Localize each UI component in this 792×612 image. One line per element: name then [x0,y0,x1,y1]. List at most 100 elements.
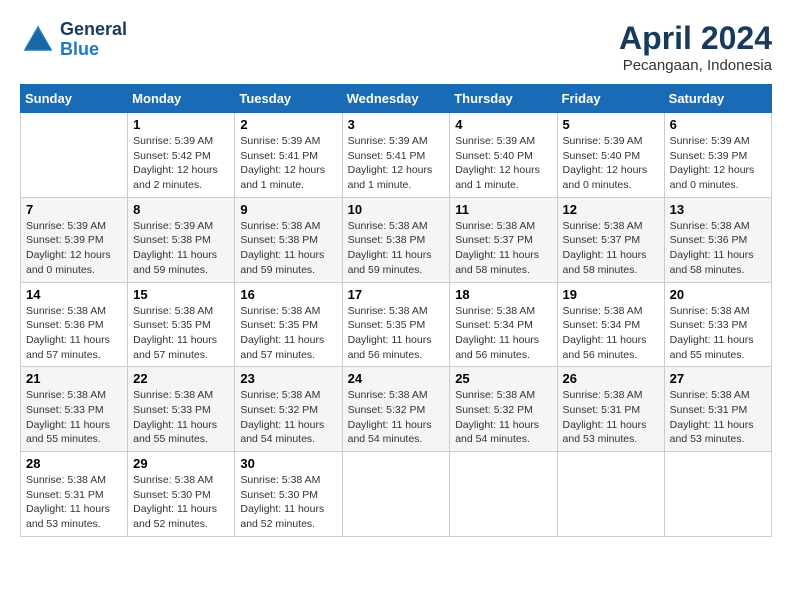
calendar-cell [342,452,450,537]
calendar-cell: 10 Sunrise: 5:38 AM Sunset: 5:38 PM Dayli… [342,197,450,282]
calendar-table: SundayMondayTuesdayWednesdayThursdayFrid… [20,84,772,537]
day-number: 10 [348,202,445,217]
calendar-cell: 13Sunrise: 5:38 AM Sunset: 5:36 PM Dayli… [664,197,771,282]
day-info: Sunrise: 5:38 AM Sunset: 5:31 PM Dayligh… [26,473,122,532]
day-number: 20 [670,287,766,302]
day-info: Sunrise: 5:38 AM Sunset: 5:31 PM Dayligh… [670,388,766,447]
calendar-cell: 7 Sunrise: 5:39 AM Sunset: 5:39 PM Daylig… [21,197,128,282]
day-info: Sunrise: 5:39 AM Sunset: 5:42 PM Dayligh… [133,134,229,193]
day-info: Sunrise: 5:39 AM Sunset: 5:41 PM Dayligh… [348,134,445,193]
calendar-cell: 20Sunrise: 5:38 AM Sunset: 5:33 PM Dayli… [664,282,771,367]
calendar-cell: 1 Sunrise: 5:39 AM Sunset: 5:42 PM Daylig… [128,113,235,198]
calendar-week-row: 1 Sunrise: 5:39 AM Sunset: 5:42 PM Daylig… [21,113,772,198]
calendar-cell: 17 Sunrise: 5:38 AM Sunset: 5:35 PM Dayli… [342,282,450,367]
calendar-cell: 26 Sunrise: 5:38 AM Sunset: 5:31 PM Dayli… [557,367,664,452]
day-number: 2 [240,117,336,132]
calendar-cell [21,113,128,198]
day-info: Sunrise: 5:38 AM Sunset: 5:32 PM Dayligh… [240,388,336,447]
calendar-cell: 15Sunrise: 5:38 AM Sunset: 5:35 PM Dayli… [128,282,235,367]
day-info: Sunrise: 5:38 AM Sunset: 5:36 PM Dayligh… [26,304,122,363]
calendar-week-row: 28 Sunrise: 5:38 AM Sunset: 5:31 PM Dayli… [21,452,772,537]
day-info: Sunrise: 5:38 AM Sunset: 5:33 PM Dayligh… [133,388,229,447]
day-info: Sunrise: 5:38 AM Sunset: 5:31 PM Dayligh… [563,388,659,447]
calendar-cell: 12 Sunrise: 5:38 AM Sunset: 5:37 PM Dayli… [557,197,664,282]
day-number: 11 [455,202,551,217]
day-info: Sunrise: 5:38 AM Sunset: 5:35 PM Dayligh… [348,304,445,363]
logo-icon [20,22,56,58]
day-number: 13 [670,202,766,217]
weekday-header-tuesday: Tuesday [235,85,342,113]
day-info: Sunrise: 5:39 AM Sunset: 5:41 PM Dayligh… [240,134,336,193]
day-number: 23 [240,371,336,386]
day-info: Sunrise: 5:38 AM Sunset: 5:32 PM Dayligh… [348,388,445,447]
day-number: 26 [563,371,659,386]
page-header: General Blue April 2024 Pecangaan, Indon… [20,20,772,74]
calendar-cell: 8Sunrise: 5:39 AM Sunset: 5:38 PM Daylig… [128,197,235,282]
weekday-header-friday: Friday [557,85,664,113]
calendar-cell: 19Sunrise: 5:38 AM Sunset: 5:34 PM Dayli… [557,282,664,367]
calendar-cell: 22 Sunrise: 5:38 AM Sunset: 5:33 PM Dayli… [128,367,235,452]
title-block: April 2024 Pecangaan, Indonesia [619,20,772,74]
weekday-header-monday: Monday [128,85,235,113]
day-number: 7 [26,202,122,217]
day-number: 1 [133,117,229,132]
day-info: Sunrise: 5:39 AM Sunset: 5:39 PM Dayligh… [26,219,122,278]
day-number: 25 [455,371,551,386]
day-info: Sunrise: 5:38 AM Sunset: 5:35 PM Dayligh… [133,304,229,363]
day-number: 6 [670,117,766,132]
day-info: Sunrise: 5:38 AM Sunset: 5:37 PM Dayligh… [563,219,659,278]
day-info: Sunrise: 5:38 AM Sunset: 5:34 PM Dayligh… [455,304,551,363]
day-info: Sunrise: 5:38 AM Sunset: 5:32 PM Dayligh… [455,388,551,447]
day-info: Sunrise: 5:38 AM Sunset: 5:34 PM Dayligh… [563,304,659,363]
month-year-title: April 2024 [619,20,772,57]
day-number: 18 [455,287,551,302]
calendar-cell: 27 Sunrise: 5:38 AM Sunset: 5:31 PM Dayli… [664,367,771,452]
day-number: 3 [348,117,445,132]
calendar-cell: 23 Sunrise: 5:38 AM Sunset: 5:32 PM Dayli… [235,367,342,452]
weekday-header-saturday: Saturday [664,85,771,113]
day-number: 8 [133,202,229,217]
calendar-cell: 4Sunrise: 5:39 AM Sunset: 5:40 PM Daylig… [450,113,557,198]
calendar-cell: 9Sunrise: 5:38 AM Sunset: 5:38 PM Daylig… [235,197,342,282]
location-subtitle: Pecangaan, Indonesia [619,57,772,74]
day-number: 5 [563,117,659,132]
day-info: Sunrise: 5:38 AM Sunset: 5:38 PM Dayligh… [240,219,336,278]
calendar-header: SundayMondayTuesdayWednesdayThursdayFrid… [21,85,772,113]
day-info: Sunrise: 5:38 AM Sunset: 5:38 PM Dayligh… [348,219,445,278]
weekday-header-wednesday: Wednesday [342,85,450,113]
day-info: Sunrise: 5:38 AM Sunset: 5:30 PM Dayligh… [133,473,229,532]
day-number: 4 [455,117,551,132]
day-number: 28 [26,456,122,471]
day-number: 24 [348,371,445,386]
calendar-cell: 24 Sunrise: 5:38 AM Sunset: 5:32 PM Dayli… [342,367,450,452]
day-info: Sunrise: 5:38 AM Sunset: 5:37 PM Dayligh… [455,219,551,278]
logo-text: General Blue [60,20,127,60]
calendar-cell: 11 Sunrise: 5:38 AM Sunset: 5:37 PM Dayli… [450,197,557,282]
calendar-cell: 14 Sunrise: 5:38 AM Sunset: 5:36 PM Dayli… [21,282,128,367]
day-number: 16 [240,287,336,302]
calendar-cell: 21Sunrise: 5:38 AM Sunset: 5:33 PM Dayli… [21,367,128,452]
calendar-cell [664,452,771,537]
day-number: 29 [133,456,229,471]
weekday-header-thursday: Thursday [450,85,557,113]
calendar-week-row: 7 Sunrise: 5:39 AM Sunset: 5:39 PM Daylig… [21,197,772,282]
day-number: 27 [670,371,766,386]
calendar-cell: 5 Sunrise: 5:39 AM Sunset: 5:40 PM Daylig… [557,113,664,198]
logo: General Blue [20,20,127,60]
day-info: Sunrise: 5:38 AM Sunset: 5:35 PM Dayligh… [240,304,336,363]
calendar-cell: 30Sunrise: 5:38 AM Sunset: 5:30 PM Dayli… [235,452,342,537]
day-info: Sunrise: 5:38 AM Sunset: 5:30 PM Dayligh… [240,473,336,532]
calendar-cell: 18 Sunrise: 5:38 AM Sunset: 5:34 PM Dayli… [450,282,557,367]
calendar-cell: 3 Sunrise: 5:39 AM Sunset: 5:41 PM Daylig… [342,113,450,198]
calendar-cell: 16 Sunrise: 5:38 AM Sunset: 5:35 PM Dayli… [235,282,342,367]
calendar-cell: 6 Sunrise: 5:39 AM Sunset: 5:39 PM Daylig… [664,113,771,198]
day-info: Sunrise: 5:38 AM Sunset: 5:33 PM Dayligh… [26,388,122,447]
day-info: Sunrise: 5:39 AM Sunset: 5:39 PM Dayligh… [670,134,766,193]
calendar-cell: 29 Sunrise: 5:38 AM Sunset: 5:30 PM Dayli… [128,452,235,537]
day-number: 14 [26,287,122,302]
calendar-cell: 2 Sunrise: 5:39 AM Sunset: 5:41 PM Daylig… [235,113,342,198]
day-number: 22 [133,371,229,386]
day-info: Sunrise: 5:39 AM Sunset: 5:40 PM Dayligh… [563,134,659,193]
day-number: 12 [563,202,659,217]
day-number: 17 [348,287,445,302]
